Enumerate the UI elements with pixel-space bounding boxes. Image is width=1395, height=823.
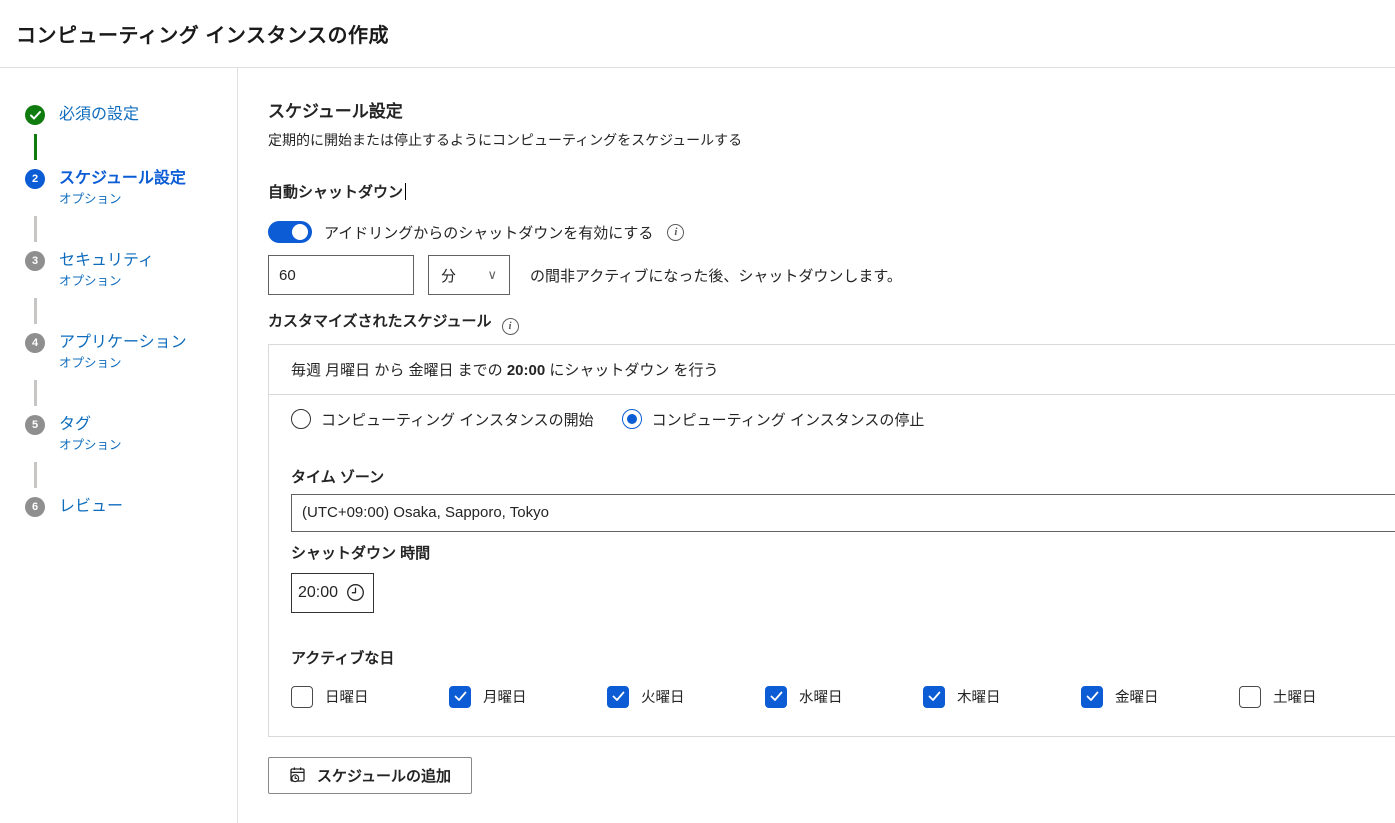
schedule-summary: 毎週 月曜日 から 金曜日 までの 20:00 にシャットダウン を行う: [269, 345, 1395, 395]
checkbox-checked-icon: [923, 686, 945, 708]
active-days-label: アクティブな日: [291, 649, 1395, 669]
idle-minutes-input[interactable]: [268, 255, 414, 295]
schedule-summary-suffix: にシャットダウン を行う: [545, 362, 718, 379]
step-connector: [34, 380, 37, 406]
clock-icon[interactable]: [346, 583, 365, 602]
day-label: 火曜日: [641, 686, 685, 707]
radio-icon: [291, 409, 311, 429]
stepper-item-security[interactable]: 3 セキュリティ オプション: [25, 250, 237, 290]
radio-label: コンピューティング インスタンスの停止: [652, 409, 925, 430]
day-checkbox-sunday[interactable]: 日曜日: [291, 686, 449, 708]
checkbox-unchecked-icon: [291, 686, 313, 708]
day-checkbox-monday[interactable]: 月曜日: [449, 686, 607, 708]
step-connector: [34, 134, 37, 160]
step-sublabel: オプション: [59, 272, 154, 290]
step-sublabel: オプション: [59, 354, 187, 372]
step-label: レビュー: [59, 496, 123, 518]
toggle-knob: [292, 224, 308, 240]
step-connector: [34, 216, 37, 242]
add-schedule-button-label: スケジュールの追加: [317, 765, 451, 786]
day-checkbox-saturday[interactable]: 土曜日: [1239, 686, 1395, 708]
step-sublabel: オプション: [59, 190, 186, 208]
custom-schedule-heading: カスタマイズされたスケジュール i: [268, 312, 1395, 335]
custom-schedule-heading-text: カスタマイズされたスケジュール: [268, 313, 492, 330]
step-number-badge: 4: [25, 333, 45, 353]
section-subheading: 定期的に開始または停止するようにコンピューティングをスケジュールする: [268, 131, 1395, 150]
idle-unit-select[interactable]: 分 ∨: [428, 255, 510, 295]
day-checkbox-friday[interactable]: 金曜日: [1081, 686, 1239, 708]
step-label: セキュリティ: [59, 250, 154, 272]
shutdown-time-input[interactable]: 20:00: [291, 573, 374, 613]
schedule-summary-time: 20:00: [507, 362, 545, 379]
stepper-item-schedule-settings[interactable]: 2 スケジュール設定 オプション: [25, 168, 237, 208]
day-label: 水曜日: [799, 686, 843, 707]
step-label: アプリケーション: [59, 332, 187, 354]
step-label: 必須の設定: [59, 104, 139, 126]
schedule-settings-panel: スケジュール設定 定期的に開始または停止するようにコンピューティングをスケジュー…: [238, 68, 1395, 823]
auto-shutdown-heading-text: 自動シャットダウン: [268, 184, 403, 201]
day-checkbox-tuesday[interactable]: 火曜日: [607, 686, 765, 708]
timezone-label: タイム ゾーン: [291, 468, 1395, 488]
add-schedule-button[interactable]: スケジュールの追加: [268, 757, 472, 794]
page-header: コンピューティング インスタンスの作成: [0, 0, 1395, 68]
checkbox-unchecked-icon: [1239, 686, 1261, 708]
step-connector: [34, 298, 37, 324]
chevron-down-icon: ∨: [487, 267, 497, 283]
radio-stop-instance[interactable]: コンピューティング インスタンスの停止: [622, 409, 925, 430]
step-number-badge: 3: [25, 251, 45, 271]
day-label: 土曜日: [1273, 686, 1317, 707]
info-icon[interactable]: i: [502, 318, 519, 335]
schedule-summary-prefix: 毎週 月曜日 から 金曜日 までの: [291, 362, 507, 379]
timezone-select[interactable]: (UTC+09:00) Osaka, Sapporo, Tokyo: [291, 494, 1395, 532]
checkbox-checked-icon: [1081, 686, 1103, 708]
calendar-clock-icon: [289, 766, 307, 784]
checkbox-checked-icon: [607, 686, 629, 708]
section-heading: スケジュール設定: [268, 101, 1395, 123]
step-connector: [34, 462, 37, 488]
schedule-action-radio-group: コンピューティング インスタンスの開始 コンピューティング インスタンスの停止: [291, 409, 1395, 430]
radio-selected-icon: [622, 409, 642, 429]
create-compute-instance-wizard: コンピューティング インスタンスの作成 必須の設定 2 スケジュール設定 オプシ…: [0, 0, 1395, 823]
shutdown-time-value: 20:00: [298, 584, 338, 602]
day-label: 金曜日: [1115, 686, 1159, 707]
step-number-badge: 6: [25, 497, 45, 517]
page-title: コンピューティング インスタンスの作成: [16, 19, 389, 48]
step-number-badge: 2: [25, 169, 45, 189]
day-label: 月曜日: [483, 686, 527, 707]
step-complete-check-icon: [25, 105, 45, 125]
idle-unit-value: 分: [441, 265, 456, 286]
radio-label: コンピューティング インスタンスの開始: [321, 409, 594, 430]
wizard-stepper: 必須の設定 2 スケジュール設定 オプション 3 セキュリティ オプション: [0, 68, 238, 823]
step-number-badge: 5: [25, 415, 45, 435]
active-days-group: 日曜日 月曜日 火曜日 水曜日: [291, 686, 1395, 708]
day-checkbox-thursday[interactable]: 木曜日: [923, 686, 1081, 708]
idle-shutdown-toggle-label: アイドリングからのシャットダウンを有効にする: [324, 222, 653, 243]
schedule-card: 毎週 月曜日 から 金曜日 までの 20:00 にシャットダウン を行う コンピ…: [268, 344, 1395, 737]
idle-suffix-text: の間非アクティブになった後、シャットダウンします。: [530, 265, 902, 286]
stepper-item-required-settings[interactable]: 必須の設定: [25, 104, 237, 126]
stepper-item-tags[interactable]: 5 タグ オプション: [25, 414, 237, 454]
step-label: タグ: [59, 414, 122, 436]
text-caret: [405, 183, 406, 200]
shutdown-time-label: シャットダウン 時間: [291, 544, 1395, 564]
step-label: スケジュール設定: [59, 168, 186, 190]
checkbox-checked-icon: [765, 686, 787, 708]
stepper-item-review[interactable]: 6 レビュー: [25, 496, 237, 518]
auto-shutdown-heading: 自動シャットダウン: [268, 183, 1395, 203]
step-sublabel: オプション: [59, 436, 122, 454]
info-icon[interactable]: i: [667, 224, 684, 241]
radio-start-instance[interactable]: コンピューティング インスタンスの開始: [291, 409, 594, 430]
timezone-value: (UTC+09:00) Osaka, Sapporo, Tokyo: [302, 504, 549, 521]
stepper-item-applications[interactable]: 4 アプリケーション オプション: [25, 332, 237, 372]
idle-shutdown-toggle[interactable]: [268, 221, 312, 243]
day-checkbox-wednesday[interactable]: 水曜日: [765, 686, 923, 708]
day-label: 日曜日: [325, 686, 369, 707]
checkbox-checked-icon: [449, 686, 471, 708]
day-label: 木曜日: [957, 686, 1001, 707]
